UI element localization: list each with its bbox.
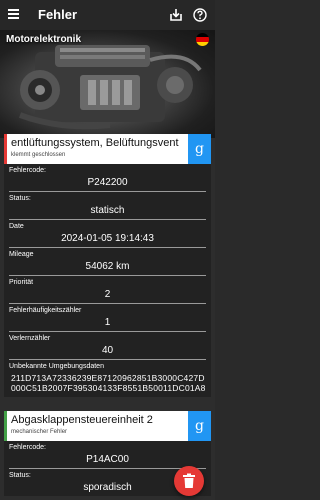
delete-faults-button[interactable] (174, 466, 204, 496)
download-inbox-icon[interactable] (166, 5, 186, 25)
fault-card-header[interactable]: entlüftungssystem, Belüftungsventil klem… (4, 134, 211, 164)
field-fault-code: Fehlercode: P242200 (9, 164, 206, 192)
fault-card-header[interactable]: Abgasklappensteuereinheit 2 mechanischer… (4, 411, 211, 441)
help-icon[interactable] (190, 5, 210, 25)
menu-icon[interactable] (6, 7, 22, 23)
google-search-button[interactable]: g (188, 134, 211, 164)
german-flag-icon[interactable] (196, 33, 209, 46)
fault-status-text: mechanischer Fehler (11, 429, 68, 435)
ecu-title: Motorelektronik (6, 34, 82, 45)
google-search-button[interactable]: g (188, 411, 211, 441)
field-environment-data: Unbekannte Umgebungsdaten 211D713A723362… (9, 363, 206, 393)
field-status: Status: statisch (9, 192, 206, 220)
field-priority: Priorität 2 (9, 276, 206, 304)
field-fault-code: Fehlercode: P14AC00 (9, 441, 206, 469)
field-date: Date 2024-01-05 19:14:43 (9, 220, 206, 248)
field-mileage: Mileage 54062 km (9, 248, 206, 276)
app-bar: Fehler (0, 0, 215, 30)
engine-illustration (18, 45, 202, 130)
engine-header-image: Motorelektronik (0, 30, 215, 138)
severity-stripe (4, 134, 7, 164)
app-title: Fehler (38, 7, 78, 22)
trash-icon (183, 473, 195, 488)
fault-status-text: klemmt geschlossen (11, 152, 66, 158)
fault-name: Abgasklappensteuereinheit 2 (11, 414, 153, 426)
fault-name: entlüftungssystem, Belüftungsventil (11, 137, 179, 149)
severity-stripe (4, 411, 7, 441)
fault-details: Fehlercode: P242200 Status: statisch Dat… (4, 164, 211, 397)
fault-card-1: entlüftungssystem, Belüftungsventil klem… (4, 134, 211, 397)
field-frequency-counter: Fehlerhäufigkeitszähler 1 (9, 304, 206, 332)
field-unlearn-counter: Verlernzähler 40 (9, 332, 206, 360)
app-root: Fehler Motorelektronik entlüftungssystem… (0, 0, 215, 500)
